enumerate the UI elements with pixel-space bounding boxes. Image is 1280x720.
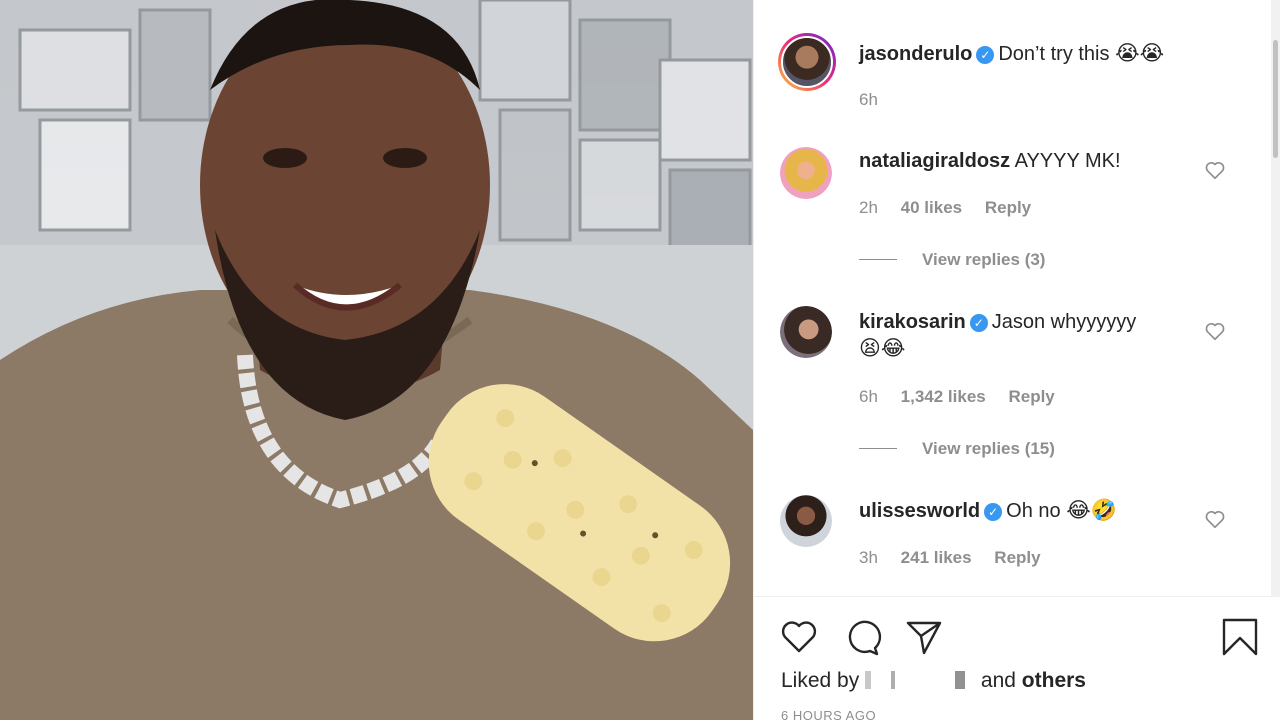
- view-replies-label: View replies (3): [922, 250, 1046, 269]
- comment-time[interactable]: 3h: [859, 548, 878, 567]
- verified-badge-icon: ✓: [976, 46, 995, 64]
- caption: jasonderulo ✓ Don’t try this 😭😭: [859, 40, 1164, 67]
- view-replies-button[interactable]: View replies (3): [859, 250, 1045, 270]
- comment-emoji: 😂🤣: [1066, 498, 1117, 522]
- divider-line: [859, 448, 897, 449]
- liked-by-prefix: Liked by: [781, 669, 860, 692]
- scrollbar-thumb[interactable]: [1273, 40, 1278, 158]
- comment-avatar[interactable]: [780, 147, 832, 199]
- reply-button[interactable]: Reply: [985, 198, 1031, 217]
- comment-icon[interactable]: [842, 617, 882, 657]
- comment-text: Jason whyyyyyy: [991, 311, 1137, 333]
- comment-text: AYYYY MK!: [1014, 150, 1121, 172]
- heart-icon[interactable]: [1204, 159, 1226, 181]
- comments-scrollbar[interactable]: [1271, 0, 1280, 596]
- reply-button[interactable]: Reply: [1008, 387, 1054, 406]
- comment-meta: 6h 1,342 likes Reply: [859, 387, 1073, 407]
- author-avatar[interactable]: [778, 33, 836, 91]
- liked-by-and: and: [980, 669, 1016, 692]
- share-icon[interactable]: [904, 617, 944, 657]
- reply-button[interactable]: Reply: [994, 548, 1040, 567]
- heart-icon[interactable]: [1204, 320, 1226, 342]
- author-username[interactable]: jasonderulo: [859, 43, 972, 65]
- comment-likes[interactable]: 40 likes: [901, 198, 962, 217]
- action-bar: Liked by and others: [754, 596, 1280, 720]
- liked-by-others[interactable]: others: [1022, 669, 1086, 692]
- comment-text: Oh no: [1006, 500, 1061, 522]
- liked-by-user-redacted[interactable]: [865, 671, 976, 689]
- comment-body: ulissesworld ✓ Oh no 😂🤣: [859, 497, 1117, 524]
- comment-likes[interactable]: 241 likes: [901, 548, 972, 567]
- caption-meta: 6h: [859, 90, 896, 110]
- verified-badge-icon: ✓: [969, 314, 988, 332]
- video-frame: [0, 0, 753, 720]
- view-replies-label: View replies (15): [922, 439, 1055, 458]
- comment-emoji: 😫😂: [859, 336, 906, 360]
- heart-icon[interactable]: [1204, 508, 1226, 530]
- divider-line: [859, 259, 897, 260]
- comment-username[interactable]: kirakosarin: [859, 311, 966, 333]
- comment-time[interactable]: 6h: [859, 387, 878, 406]
- comment-username[interactable]: nataliagiraldosz: [859, 150, 1010, 172]
- caption-emoji: 😭😭: [1115, 41, 1165, 65]
- verified-badge-icon: ✓: [984, 503, 1003, 521]
- comment-avatar[interactable]: [780, 306, 832, 358]
- comment-body: nataliagiraldosz AYYYY MK!: [859, 148, 1121, 174]
- bookmark-icon[interactable]: [1220, 617, 1260, 657]
- post-timestamp[interactable]: 6 HOURS AGO: [781, 708, 876, 720]
- comment-body: kirakosarin ✓ Jason whyyyyyy 😫😂: [859, 309, 1179, 362]
- view-replies-button[interactable]: View replies (15): [859, 439, 1055, 459]
- comment-likes[interactable]: 1,342 likes: [901, 387, 986, 406]
- post-panel: jasonderulo ✓ Don’t try this 😭😭 6h natalia…: [753, 0, 1280, 720]
- comment-username[interactable]: ulissesworld: [859, 500, 980, 522]
- liked-by-text: Liked by and others: [781, 669, 1086, 693]
- comment-meta: 3h 241 likes Reply: [859, 548, 1059, 568]
- comment-avatar[interactable]: [780, 495, 832, 547]
- heart-icon[interactable]: [779, 617, 819, 657]
- caption-time[interactable]: 6h: [859, 90, 878, 109]
- post-media[interactable]: [0, 0, 753, 720]
- caption-text: Don’t try this: [998, 43, 1110, 65]
- comment-meta: 2h 40 likes Reply: [859, 198, 1049, 218]
- comment-time[interactable]: 2h: [859, 198, 878, 217]
